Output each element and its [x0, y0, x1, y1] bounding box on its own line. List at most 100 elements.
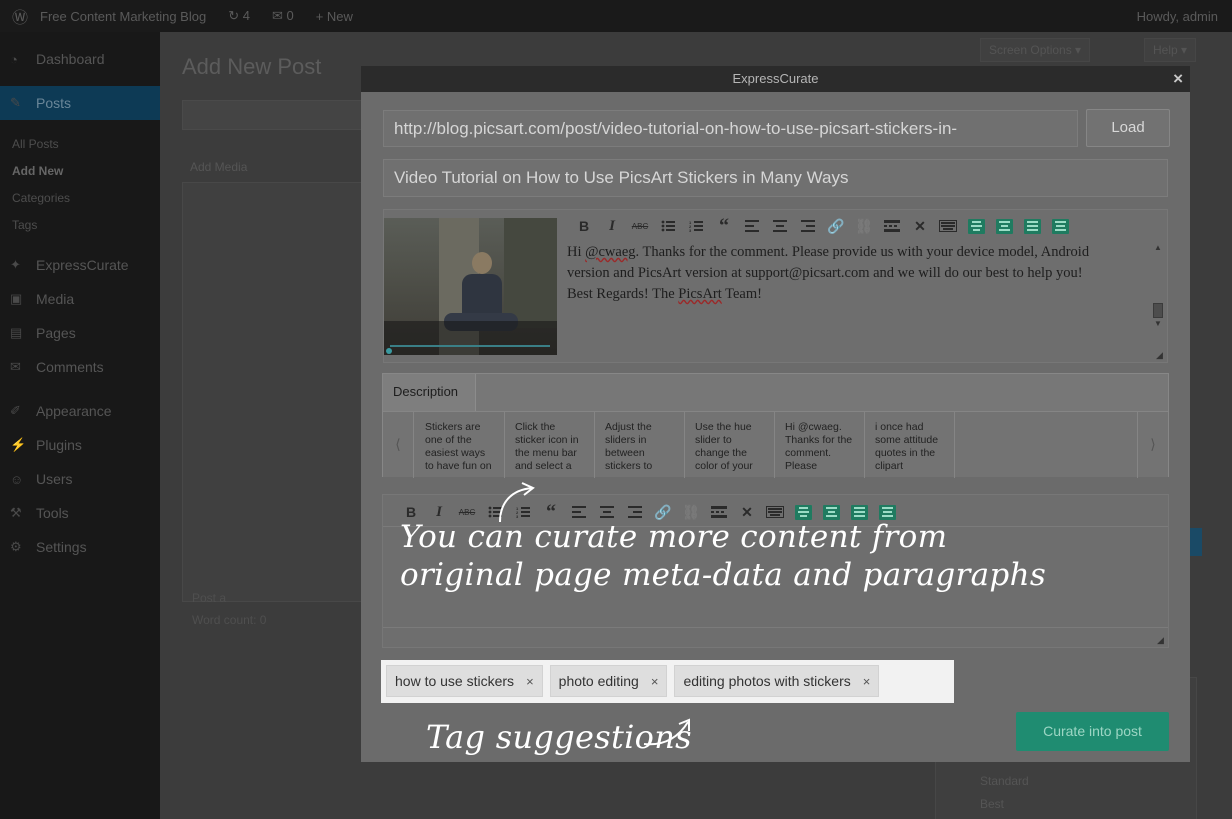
help-button[interactable]: Help ▾ — [1144, 38, 1197, 62]
site-name-link[interactable]: Free Content Marketing Blog — [40, 9, 206, 24]
dialog-title: ExpressCurate — [732, 71, 819, 86]
insert-left-icon[interactable] — [990, 216, 1018, 236]
annotation-curate-more: You can curate more content from origina… — [400, 518, 1046, 594]
scroll-up-icon[interactable]: ▲ — [1151, 242, 1165, 254]
article-title-input[interactable]: Video Tutorial on How to Use PicsArt Sti… — [383, 159, 1168, 197]
tag-label: how to use stickers — [395, 673, 515, 689]
editor-scrollbar[interactable]: ▲ ▼ — [1151, 242, 1165, 338]
snippets-panel: Description ⟨ Stickers are one of the ea… — [382, 373, 1169, 478]
link-icon[interactable]: 🔗 — [822, 216, 850, 236]
account-menu[interactable]: Howdy, admin — [1137, 9, 1218, 24]
updates-icon[interactable]: ↻ 4 — [228, 8, 250, 24]
new-content-link[interactable]: + New — [316, 9, 353, 24]
tab-description[interactable]: Description — [383, 374, 476, 411]
publish-button[interactable] — [1190, 528, 1202, 556]
align-left-icon[interactable] — [738, 216, 766, 236]
article-thumbnail-image[interactable] — [384, 218, 557, 355]
dialog-titlebar: ExpressCurate × — [361, 66, 1190, 92]
close-icon[interactable]: × — [1173, 66, 1183, 92]
remove-tag-icon[interactable]: × — [863, 674, 871, 689]
insert-center-icon[interactable] — [1018, 216, 1046, 236]
curate-into-post-button[interactable]: Curate into post — [1016, 712, 1169, 751]
annotate-icon[interactable] — [962, 216, 990, 236]
sidebar-item-expresscurate[interactable]: ✦ ExpressCurate — [0, 248, 160, 282]
svg-text:3: 3 — [689, 228, 692, 232]
new-label: New — [326, 8, 353, 24]
carousel-prev-icon[interactable]: ⟨ — [383, 412, 414, 478]
sidebar-item-dashboard[interactable]: ◔ Dashboard — [0, 42, 160, 76]
sidebar-item-media[interactable]: ▣ Media — [0, 282, 160, 316]
snippet-item[interactable]: Stickers are one of the easiest ways to … — [415, 412, 505, 478]
format-option-best[interactable]: Best — [980, 797, 1004, 811]
sidebar-sub-add-new[interactable]: Add New — [0, 157, 160, 184]
align-center-icon[interactable] — [766, 216, 794, 236]
italic-icon[interactable]: I — [598, 216, 626, 236]
keyboard-icon[interactable] — [934, 216, 962, 236]
sidebar-item-label: Comments — [36, 359, 104, 375]
sidebar-item-posts[interactable]: ✎ Posts — [0, 86, 160, 120]
sidebar-sub-tags[interactable]: Tags — [0, 211, 160, 238]
remove-tag-icon[interactable]: × — [526, 674, 534, 689]
numbered-list-icon[interactable]: 123 — [682, 216, 710, 236]
sidebar-item-label: Appearance — [36, 403, 112, 419]
remove-tag-icon[interactable]: × — [651, 674, 659, 689]
admin-sidebar: ◔ Dashboard ✎ Posts All Posts Add New Cate… — [0, 32, 160, 819]
sidebar-item-label: Users — [36, 471, 73, 487]
snippet-item[interactable]: Hi @cwaeg. Thanks for the comment. Pleas… — [775, 412, 865, 478]
align-right-icon[interactable] — [794, 216, 822, 236]
dashboard-icon: ◔ — [10, 51, 18, 67]
sidebar-item-users[interactable]: ☺ Users — [0, 462, 160, 496]
annotation-arrow-icon — [499, 482, 535, 523]
tag-chip[interactable]: how to use stickers × — [386, 665, 543, 697]
url-input[interactable]: http://blog.picsart.com/post/video-tutor… — [383, 110, 1078, 147]
scroll-down-icon[interactable]: ▼ — [1151, 318, 1165, 330]
updates-count: 4 — [242, 8, 250, 23]
tag-chip[interactable]: photo editing × — [549, 665, 668, 697]
insert-right-icon[interactable] — [1046, 216, 1074, 236]
load-button[interactable]: Load — [1086, 109, 1170, 147]
sidebar-item-plugins[interactable]: ⚡ Plugins — [0, 428, 160, 462]
sidebar-sub-all-posts[interactable]: All Posts — [0, 130, 160, 157]
comments-icon[interactable]: ✉ 0 — [272, 8, 294, 24]
tag-chip[interactable]: editing photos with stickers × — [674, 665, 880, 697]
snippet-item[interactable]: Click the sticker icon in the menu bar a… — [505, 412, 595, 478]
editor-body-text[interactable]: Hi @cwaeg. Thanks for the comment. Pleas… — [567, 242, 1147, 305]
snippet-item[interactable]: i once had some attitude quotes in the c… — [865, 412, 955, 478]
resize-handle-icon[interactable]: ◢ — [1157, 636, 1166, 645]
handle-text: @cwaeg — [585, 244, 636, 260]
editor-line-2: version and PicsArt version at support@p… — [567, 265, 1083, 281]
curated-content-editor[interactable]: B I ABC 123 “ 🔗 ⛓ ✕ Hi @cwaeg. Thanks fo… — [383, 209, 1168, 363]
unlink-icon[interactable]: ⛓ — [850, 216, 878, 236]
wordpress-logo-icon[interactable]: Ⓦ — [0, 4, 40, 28]
format-option-standard[interactable]: Standard — [980, 774, 1029, 788]
sidebar-sub-categories[interactable]: Categories — [0, 184, 160, 211]
expresscurate-dialog: ExpressCurate × http://blog.picsart.com/… — [361, 66, 1190, 762]
screen-options-button[interactable]: Screen Options ▾ — [980, 38, 1091, 62]
annotation-arrow-icon — [643, 718, 690, 746]
sidebar-item-comments[interactable]: ✉ Comments — [0, 350, 160, 384]
word-count-text: Word count: 0 — [192, 613, 267, 627]
sidebar-item-label: Media — [36, 291, 75, 307]
editor-toolbar: B I ABC 123 “ 🔗 ⛓ ✕ — [570, 215, 1074, 237]
strikethrough-icon[interactable]: ABC — [626, 216, 654, 236]
sidebar-item-settings[interactable]: ⚙ Settings — [0, 530, 160, 564]
media-icon: ▣ — [10, 291, 23, 306]
sidebar-item-appearance[interactable]: ✐ Appearance — [0, 394, 160, 428]
snippet-carousel: ⟨ Stickers are one of the easiest ways t… — [383, 411, 1168, 478]
sidebar-item-pages[interactable]: ▤ Pages — [0, 316, 160, 350]
sidebar-item-tools[interactable]: ⚒ Tools — [0, 496, 160, 530]
carousel-next-icon[interactable]: ⟩ — [1137, 412, 1168, 478]
bullet-list-icon[interactable] — [654, 216, 682, 236]
snippet-item[interactable]: Use the hue slider to change the color o… — [685, 412, 775, 478]
bold-icon[interactable]: B — [570, 216, 598, 236]
tag-label: photo editing — [558, 673, 639, 689]
fullscreen-icon[interactable]: ✕ — [906, 216, 934, 236]
add-media-button[interactable]: Add Media — [190, 160, 247, 174]
read-more-icon[interactable] — [878, 216, 906, 236]
annotation-line: original page meta-data and paragraphs — [400, 557, 1047, 593]
expresscurate-icon: ✦ — [10, 257, 21, 272]
scroll-thumb[interactable] — [1153, 303, 1163, 318]
resize-handle-icon[interactable]: ◢ — [1156, 351, 1165, 360]
snippet-item[interactable]: Adjust the sliders in between stickers t… — [595, 412, 685, 478]
blockquote-icon[interactable]: “ — [710, 215, 738, 237]
